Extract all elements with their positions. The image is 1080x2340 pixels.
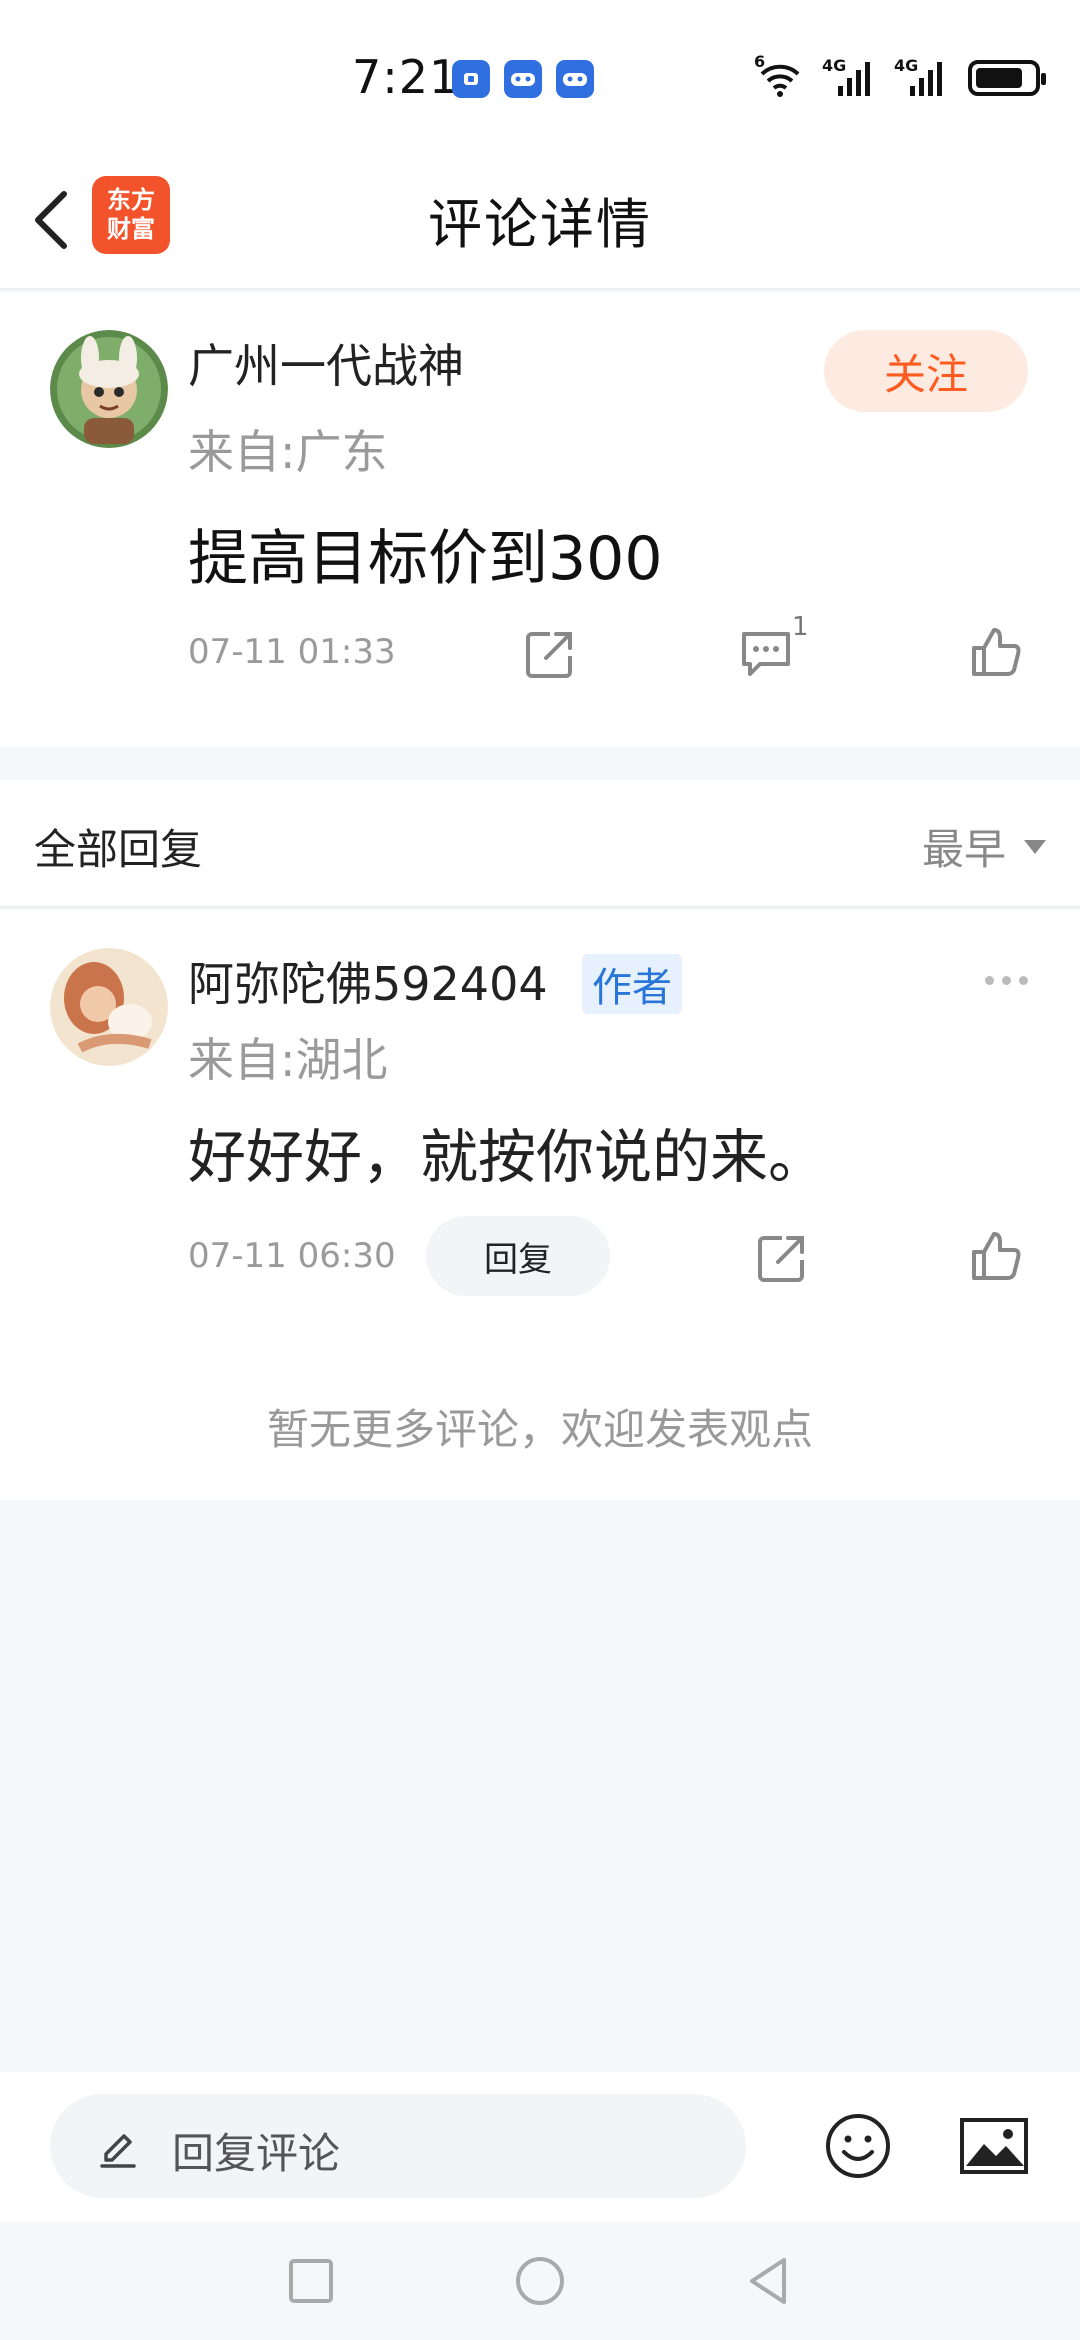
sort-dropdown[interactable]: 最早 (922, 816, 1046, 877)
reply-content: 好好好，就按你说的来。 (188, 1123, 827, 1191)
reply-time: 07-11 06:30 (188, 1236, 396, 1276)
comment-time: 07-11 01:33 (188, 632, 396, 672)
no-more-comments-text: 暂无更多评论，欢迎发表观点 (266, 1405, 813, 1454)
comment-input-bar: 回复评论 (0, 2072, 1080, 2222)
more-options-icon[interactable] (985, 976, 1028, 985)
top-nav: 东方 财富 评论详情 (0, 150, 1080, 290)
gamepad-icon (556, 60, 594, 98)
signal-icon: 4G (822, 56, 878, 96)
reply-input-placeholder: 回复评论 (172, 2129, 341, 2178)
comment-icon[interactable] (736, 622, 796, 682)
recents-icon[interactable] (284, 2254, 338, 2308)
page-title: 评论详情 (428, 193, 652, 256)
avatar[interactable] (50, 330, 168, 448)
home-icon[interactable] (513, 2254, 567, 2308)
reply-input[interactable]: 回复评论 (50, 2094, 746, 2198)
follow-button[interactable]: 关注 (824, 330, 1028, 412)
like-icon[interactable] (966, 622, 1026, 682)
signal-label: 4G (822, 56, 847, 75)
author-badge: 作者 (582, 954, 682, 1014)
status-time: 7:21 (352, 50, 460, 104)
signal-label: 4G (894, 56, 919, 75)
like-icon[interactable] (966, 1226, 1026, 1286)
wifi-icon: 6 (754, 52, 806, 98)
replies-header: 全部回复 最早 (0, 780, 1080, 908)
controller-icon (452, 60, 490, 98)
comment-content: 提高目标价到300 (188, 524, 663, 594)
main-comment-card: 广州一代战神 来自:广东 关注 提高目标价到300 07-11 01:33 1 (0, 292, 1080, 747)
pencil-icon (100, 2134, 136, 2168)
wifi-label: 6 (754, 52, 766, 71)
image-icon[interactable] (958, 2114, 1030, 2178)
reply-card: 阿弥陀佛592404 作者 来自:湖北 好好好，就按你说的来。 07-11 06… (0, 910, 1080, 1500)
signal-icon: 4G (894, 56, 950, 96)
location: 来自:广东 (188, 425, 388, 479)
share-icon[interactable] (520, 624, 580, 684)
username[interactable]: 阿弥陀佛592404 (188, 948, 548, 1014)
replies-title: 全部回复 (34, 825, 203, 874)
username[interactable]: 广州一代战神 (188, 330, 464, 396)
avatar[interactable] (50, 948, 168, 1066)
chevron-down-icon (1024, 839, 1046, 854)
battery-icon (968, 60, 1046, 96)
emoji-icon[interactable] (824, 2112, 892, 2180)
system-nav-bar (0, 2222, 1080, 2340)
location: 来自:湖北 (188, 1033, 388, 1087)
share-icon[interactable] (752, 1228, 812, 1288)
reply-button[interactable]: 回复 (426, 1216, 610, 1296)
back-icon[interactable] (742, 2254, 796, 2308)
gamepad-icon (504, 60, 542, 98)
reply-count: 1 (792, 612, 809, 642)
status-bar: 7:21 6 4G 4G (0, 0, 1080, 150)
sort-label: 最早 (921, 825, 1006, 874)
